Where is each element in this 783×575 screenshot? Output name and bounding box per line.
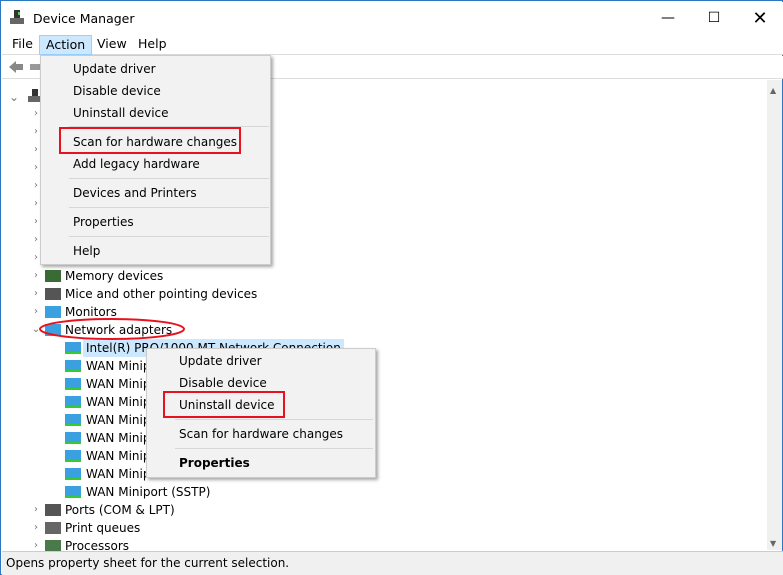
menu-action[interactable]: Action [39, 35, 93, 55]
network-adapter-icon [65, 360, 81, 372]
close-button[interactable]: ✕ [737, 3, 783, 33]
context-properties[interactable]: Properties [179, 454, 250, 472]
network-adapter-icon [65, 396, 81, 408]
scroll-down-icon[interactable]: ▼ [770, 539, 776, 548]
port-icon [45, 504, 61, 516]
action-disable-device[interactable]: Disable device [73, 82, 161, 100]
vertical-scrollbar[interactable]: ▲ ▼ [767, 80, 782, 550]
back-arrow-icon[interactable] [8, 60, 24, 74]
annotation-ellipse [39, 318, 185, 340]
chevron-right-icon[interactable]: › [31, 519, 41, 537]
action-properties[interactable]: Properties [73, 213, 134, 231]
action-devices-printers[interactable]: Devices and Printers [73, 184, 197, 202]
minimize-button[interactable]: — [645, 3, 691, 33]
menu-view[interactable]: View [91, 35, 133, 55]
action-help[interactable]: Help [73, 242, 100, 260]
tree-category[interactable]: Mice and other pointing devices [65, 285, 257, 303]
chevron-right-icon[interactable]: › [31, 267, 41, 285]
scroll-up-icon[interactable]: ▲ [770, 86, 776, 95]
chevron-right-icon[interactable]: › [31, 285, 41, 303]
network-adapter-icon [65, 342, 81, 354]
tree-category[interactable]: Memory devices [65, 267, 163, 285]
status-bar: Opens property sheet for the current sel… [2, 551, 783, 575]
action-menu: Update driver Disable device Uninstall d… [40, 55, 271, 265]
network-adapter-icon [65, 468, 81, 480]
context-update-driver[interactable]: Update driver [179, 352, 262, 370]
chevron-down-icon[interactable]: ⌄ [9, 88, 19, 106]
network-adapter-icon [65, 432, 81, 444]
mouse-icon [45, 288, 61, 300]
tree-category[interactable]: Ports (COM & LPT) [65, 501, 175, 519]
window-title: Device Manager [33, 11, 135, 26]
tree-device[interactable]: WAN Minip [83, 393, 153, 411]
network-adapter-icon [65, 450, 81, 462]
title-bar: Device Manager — ☐ ✕ [2, 2, 783, 33]
tree-category[interactable]: Print queues [65, 519, 140, 537]
tree-device[interactable]: WAN Miniport (SSTP) [83, 483, 213, 501]
memory-icon [45, 270, 61, 282]
tree-device[interactable]: WAN Minip [83, 465, 153, 483]
context-menu: Update driver Disable device Uninstall d… [146, 348, 376, 478]
highlight-box [59, 127, 241, 154]
highlight-box [163, 391, 285, 418]
context-disable-device[interactable]: Disable device [179, 374, 267, 392]
printer-icon [45, 522, 61, 534]
tree-device[interactable]: WAN Minip [83, 375, 153, 393]
network-adapter-icon [65, 414, 81, 426]
action-add-legacy[interactable]: Add legacy hardware [73, 155, 200, 173]
chevron-right-icon[interactable]: › [31, 501, 41, 519]
network-adapter-icon [65, 378, 81, 390]
network-adapter-icon [65, 486, 81, 498]
menu-help[interactable]: Help [132, 35, 173, 55]
menu-file[interactable]: File [6, 35, 39, 55]
action-uninstall-device[interactable]: Uninstall device [73, 104, 169, 122]
action-update-driver[interactable]: Update driver [73, 60, 156, 78]
tree-device[interactable]: WAN Minip [83, 411, 153, 429]
device-manager-icon [10, 10, 24, 24]
tree-device[interactable]: WAN Minip [83, 357, 153, 375]
tree-device[interactable]: WAN Minip [83, 447, 153, 465]
context-scan-hardware[interactable]: Scan for hardware changes [179, 425, 343, 443]
maximize-button[interactable]: ☐ [691, 3, 737, 33]
tree-device[interactable]: WAN Minip [83, 429, 153, 447]
